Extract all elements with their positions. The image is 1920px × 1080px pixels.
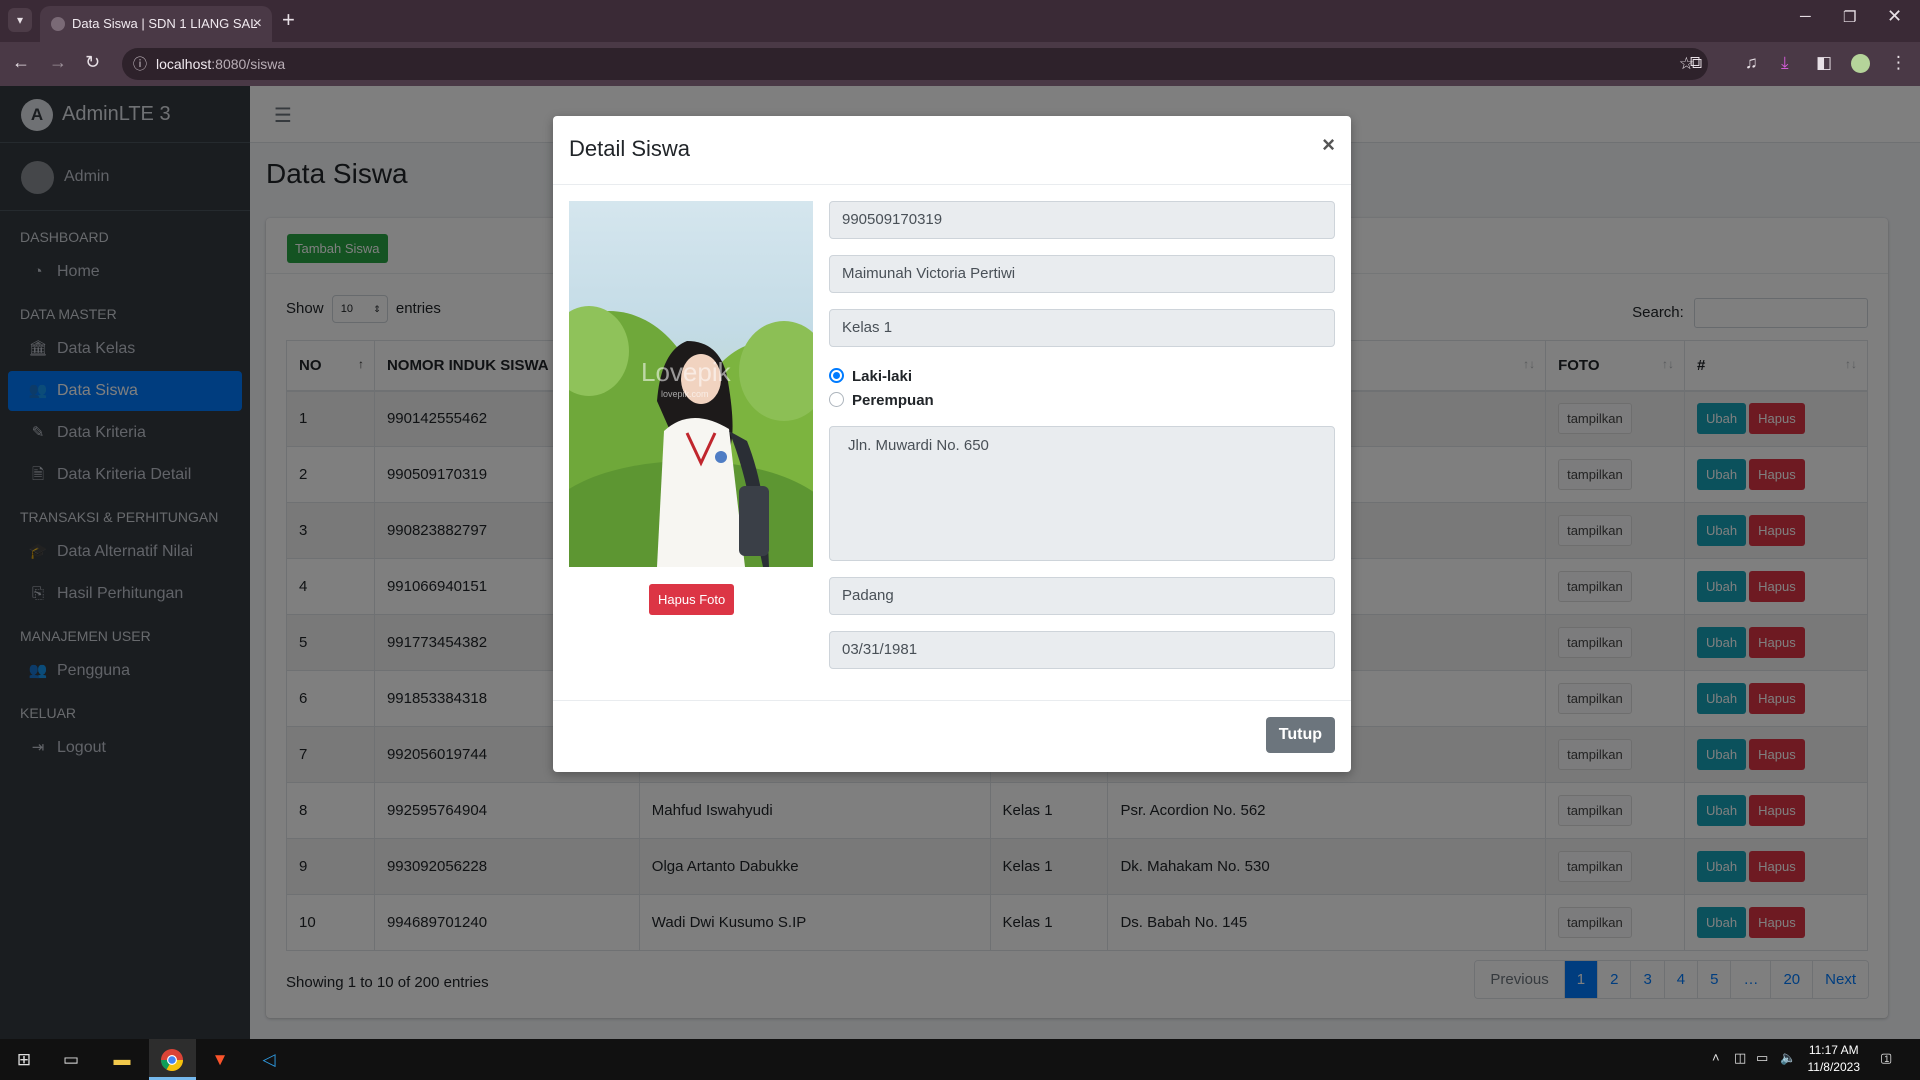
modal-footer: Tutup (553, 700, 1351, 772)
chrome-icon[interactable] (158, 1046, 186, 1074)
window-close-icon[interactable]: ✕ (1887, 6, 1902, 27)
page: A AdminLTE 3 Admin DASHBOARD ◔Home DATA … (0, 86, 1920, 1039)
browser-toolbar: ← → ↻ ⓘ localhost:8080/siswa ☆ ⧉ ♫ ⤓ ◧ ⋮ (0, 42, 1920, 86)
modal-title: Detail Siswa (569, 136, 691, 161)
download-icon[interactable]: ⤓ (1781, 53, 1789, 73)
extensions-icon[interactable]: ⧉ (1690, 53, 1702, 73)
task-view-icon[interactable]: ▭ (57, 1046, 85, 1074)
forward-icon[interactable]: → (49, 52, 67, 73)
student-photo: Lovepik lovepik.com (569, 201, 813, 567)
media-icon[interactable]: ♫ (1745, 53, 1758, 73)
brave-icon[interactable]: ▼ (206, 1046, 234, 1074)
clock-time: 11:17 AM (1808, 1043, 1859, 1057)
detail-siswa-modal: Detail Siswa × Lovepik lovepik.com Hapus… (553, 116, 1351, 772)
url-path: :8080/siswa (211, 56, 286, 72)
tutup-button[interactable]: Tutup (1265, 717, 1335, 753)
clock[interactable]: 11:17 AM 11/8/2023 (1808, 1042, 1861, 1076)
nis-field[interactable]: 990509170319 (829, 201, 1335, 239)
gender-female-option[interactable]: Perempuan (829, 391, 934, 411)
taskbar: ⊞ ▭ ▬ ▼ ◁ ˄ ◫ ▭ 🔈 11:17 AM 11/8/2023 ▢1 (0, 1039, 1920, 1080)
network-icon[interactable]: ▭ (1756, 1050, 1768, 1066)
tab-title: Data Siswa | SDN 1 LIANG SAL (72, 16, 258, 31)
tab-list-icon[interactable]: ▾ (8, 8, 32, 32)
name-field[interactable]: Maimunah Victoria Pertiwi (829, 255, 1335, 293)
gender-male-label: Laki-laki (852, 368, 913, 385)
chevron-up-icon[interactable]: ˄ (1712, 1050, 1720, 1065)
notification-count: 1 (1884, 1054, 1890, 1064)
sidepanel-icon[interactable]: ◧ (1816, 53, 1832, 73)
tanggal-lahir-field[interactable]: 03/31/1981 (829, 631, 1335, 669)
browser-tabbar: ▾ Data Siswa | SDN 1 LIANG SAL × + ─ ❐ ✕ (0, 0, 1920, 42)
radio-checked-icon[interactable] (829, 368, 844, 383)
profile-icon[interactable] (1851, 54, 1870, 73)
photo-watermark: Lovepik (641, 357, 732, 387)
restore-icon[interactable]: ❐ (1843, 8, 1856, 26)
site-info-icon[interactable]: ⓘ (133, 48, 147, 80)
favicon-icon (51, 17, 65, 31)
windows-start-icon[interactable]: ⊞ (10, 1046, 38, 1074)
gender-female-label: Perempuan (852, 392, 934, 409)
notification-icon[interactable]: ▢1 (1880, 1050, 1892, 1066)
minimize-icon[interactable]: ─ (1800, 8, 1811, 25)
vscode-icon[interactable]: ◁ (255, 1046, 283, 1074)
photo-watermark-sub: lovepik.com (661, 389, 709, 399)
kelas-field[interactable]: Kelas 1 (829, 309, 1335, 347)
file-explorer-icon[interactable]: ▬ (108, 1046, 136, 1074)
close-tab-icon[interactable]: × (253, 6, 262, 42)
back-icon[interactable]: ← (12, 52, 30, 73)
hapus-foto-button[interactable]: Hapus Foto (649, 584, 735, 615)
new-tab-icon[interactable]: + (282, 7, 295, 33)
modal-header: Detail Siswa × (553, 116, 1351, 185)
menu-icon[interactable]: ⋮ (1890, 53, 1907, 73)
reload-icon[interactable]: ↻ (85, 52, 100, 73)
address-bar[interactable]: ⓘ localhost:8080/siswa ☆ (122, 48, 1708, 80)
gender-male-option[interactable]: Laki-laki (829, 367, 912, 387)
browser-tab[interactable]: Data Siswa | SDN 1 LIANG SAL × (40, 6, 272, 42)
volume-icon[interactable]: 🔈 (1780, 1050, 1796, 1066)
clock-date: 11/8/2023 (1807, 1060, 1861, 1074)
tempat-lahir-field[interactable]: Padang (829, 577, 1335, 615)
meet-icon[interactable]: ◫ (1734, 1050, 1746, 1066)
alamat-textarea[interactable]: Jln. Muwardi No. 650 (829, 426, 1335, 561)
url-host: localhost (156, 56, 212, 72)
radio-unchecked-icon[interactable] (829, 392, 844, 407)
close-icon[interactable]: × (1322, 132, 1335, 158)
